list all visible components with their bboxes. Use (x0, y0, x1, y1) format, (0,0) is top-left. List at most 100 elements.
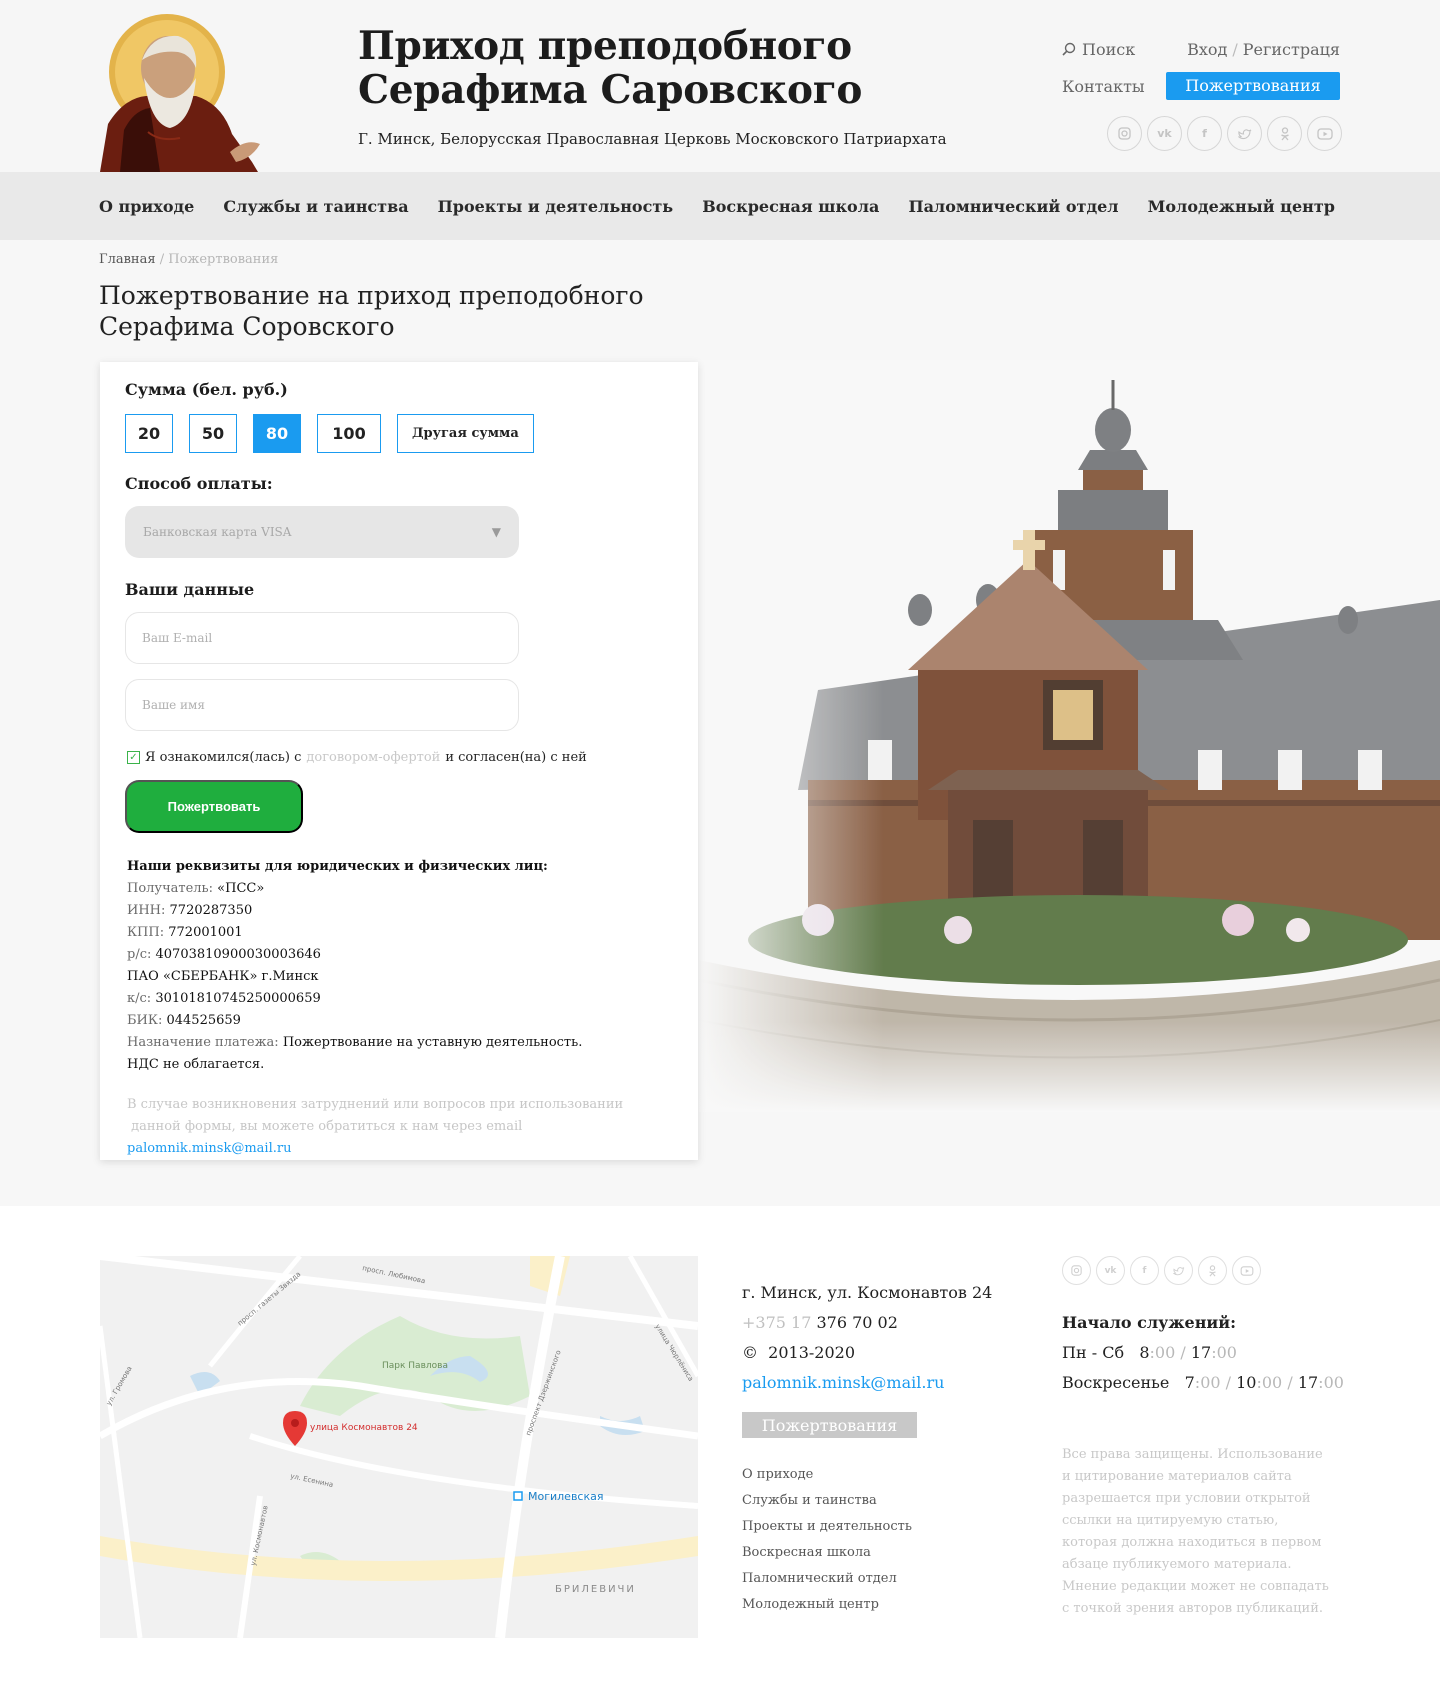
register-link[interactable]: Регистраця (1243, 40, 1340, 59)
time-hour: 7 (1184, 1373, 1195, 1392)
purpose-value: Пожертвование на уставную деятельность. (282, 1035, 583, 1050)
location-map[interactable]: Парк Павлова улица Космонавтов 24 Могиле… (100, 1256, 698, 1638)
time-minutes: :00 (1256, 1373, 1283, 1392)
breadcrumb: Главная / Пожертвования (99, 252, 278, 267)
vk-icon[interactable]: vk (1096, 1256, 1125, 1285)
vat-note: НДС не облагается. (127, 1057, 265, 1072)
email-field[interactable]: Ваш E-mail (125, 612, 519, 664)
copyright-icon: © (742, 1343, 758, 1362)
page-title: Пожертвование на приход преподобного Сер… (99, 280, 719, 342)
bik-value: 044525659 (166, 1013, 241, 1028)
page-title-line2: Серафима Соровского (99, 312, 395, 341)
footer-email-link[interactable]: palomnik.minsk@mail.ru (742, 1373, 944, 1392)
footer-nav: О приходе Службы и таинства Проекты и де… (742, 1462, 912, 1618)
nav-item-pilgrimage[interactable]: Паломнический отдел (908, 197, 1118, 216)
amount-20-button[interactable]: 20 (125, 414, 173, 453)
your-data-label: Ваши данные (125, 580, 255, 599)
main-content: Главная / Пожертвования Пожертвование на… (0, 240, 1440, 1206)
amount-label: Сумма (бел. руб.) (125, 380, 288, 399)
footer-phone[interactable]: +375 17 376 70 02 (742, 1308, 992, 1338)
amount-options: 20 50 80 100 Другая сумма (125, 414, 534, 453)
search-label: Поиск (1082, 39, 1136, 59)
time-minutes: :00 (1211, 1343, 1237, 1362)
search-link[interactable]: Поиск (1062, 40, 1135, 59)
map-marker-label: улица Космонавтов 24 (310, 1423, 418, 1433)
payment-method-select[interactable]: Банковская карта VISA ▼ (125, 506, 519, 558)
amount-80-button[interactable]: 80 (253, 414, 301, 453)
twitter-icon[interactable] (1227, 116, 1262, 151)
nav-item-sunday-school[interactable]: Воскресная школа (702, 197, 879, 216)
requisites-title: Наши реквизиты для юридических и физичес… (127, 859, 548, 874)
facebook-icon[interactable]: f (1130, 1256, 1159, 1285)
years: 2013-2020 (768, 1343, 856, 1362)
park-label: Парк Павлова (382, 1361, 448, 1371)
help-note: В случае возникновения затруднений или в… (127, 1094, 667, 1160)
payment-method-label: Способ оплаты: (125, 474, 273, 493)
donate-submit-button[interactable]: Пожертвовать (125, 780, 303, 833)
amount-100-button[interactable]: 100 (317, 414, 381, 453)
metro-label: Могилевская (528, 1490, 603, 1503)
vk-icon[interactable]: vk (1147, 116, 1182, 151)
schedule-weekdays: Пн - Сб 8:00 / 17:00 (1062, 1343, 1237, 1362)
top-links: Поиск Вход / Регистраця Контакты Пожертвов… (1062, 38, 1340, 100)
help-email-link[interactable]: palomnik.minsk@mail.ru (127, 1141, 291, 1156)
other-amount-button[interactable]: Другая сумма (397, 414, 534, 453)
donation-form: Сумма (бел. руб.) 20 50 80 100 Другая су… (100, 362, 698, 1160)
sunday-label: Воскресенье (1062, 1373, 1170, 1392)
nav-item-services[interactable]: Службы и таинства (223, 197, 408, 216)
agreement-checkbox[interactable]: ✓ (127, 751, 140, 764)
nav-item-about[interactable]: О приходе (99, 197, 194, 216)
site-title-line2: Серафима Саровского (358, 67, 863, 113)
odnoklassniki-icon[interactable] (1198, 1256, 1227, 1285)
odnoklassniki-icon[interactable] (1267, 116, 1302, 151)
instagram-icon[interactable] (1107, 116, 1142, 151)
requisites: Наши реквизиты для юридических и физичес… (127, 856, 582, 1076)
search-icon (1062, 42, 1076, 56)
name-field[interactable]: Ваше имя (125, 679, 519, 731)
help-note-line2: данной формы, вы можете обратиться к нам… (131, 1119, 523, 1134)
breadcrumb-home[interactable]: Главная (99, 252, 156, 267)
page-title-line1: Пожертвование на приход преподобного (99, 281, 644, 310)
purpose-key: Назначение платежа: (127, 1035, 279, 1050)
youtube-icon[interactable] (1232, 1256, 1261, 1285)
ks-value: 30101810745250000659 (155, 991, 321, 1006)
time-hour: 10 (1236, 1373, 1257, 1392)
nav-item-youth-center[interactable]: Молодежный центр (1148, 197, 1335, 216)
phone-number: 376 70 02 (816, 1313, 898, 1332)
instagram-icon[interactable] (1062, 1256, 1091, 1285)
schedule-title: Начало служений: (1062, 1313, 1237, 1332)
site-footer: Парк Павлова улица Космонавтов 24 Могиле… (0, 1206, 1440, 1687)
footer-link-about[interactable]: О приходе (742, 1467, 813, 1482)
kpp-key: КПП: (127, 925, 165, 940)
login-link[interactable]: Вход (1187, 40, 1227, 59)
agreement-suffix: и согласен(на) с ней (445, 750, 587, 765)
donations-button[interactable]: Пожертвования (1166, 72, 1340, 100)
footer-link-youth-center[interactable]: Молодежный центр (742, 1597, 879, 1612)
copyright-notice: Все права защищены. Использование и цити… (1062, 1447, 1329, 1616)
ks-key: к/с: (127, 991, 152, 1006)
youtube-icon[interactable] (1307, 116, 1342, 151)
time-hour: 8 (1139, 1343, 1150, 1362)
recipient-value: «ПСС» (217, 881, 265, 896)
district-label: БРИЛЕВИЧИ (555, 1584, 636, 1595)
time-hour: 17 (1297, 1373, 1319, 1392)
name-placeholder: Ваше имя (142, 698, 205, 712)
site-title[interactable]: Приход преподобного Серафима Саровского (358, 24, 862, 112)
footer-donations-button[interactable]: Пожертвования (742, 1412, 917, 1438)
footer-link-services[interactable]: Службы и таинства (742, 1493, 877, 1508)
twitter-icon[interactable] (1164, 1256, 1193, 1285)
agreement-row: ✓ Я ознакомился(лась) с договором-оферто… (127, 750, 587, 765)
agreement-prefix: Я ознакомился(лась) с (145, 750, 302, 765)
contacts-link[interactable]: Контакты (1062, 77, 1145, 96)
offer-contract-link[interactable]: договором-офертой (306, 750, 440, 765)
main-nav: О приходе Службы и таинства Проекты и де… (0, 172, 1440, 240)
auth-links: Вход / Регистраця (1187, 40, 1340, 59)
footer-link-sunday-school[interactable]: Воскресная школа (742, 1545, 871, 1560)
nav-item-projects[interactable]: Проекты и деятельность (438, 197, 673, 216)
footer-link-projects[interactable]: Проекты и деятельность (742, 1519, 912, 1534)
amount-50-button[interactable]: 50 (189, 414, 237, 453)
inn-key: ИНН: (127, 903, 166, 918)
time-minutes: :00 (1318, 1373, 1344, 1392)
facebook-icon[interactable]: f (1187, 116, 1222, 151)
footer-link-pilgrimage[interactable]: Паломнический отдел (742, 1571, 897, 1586)
